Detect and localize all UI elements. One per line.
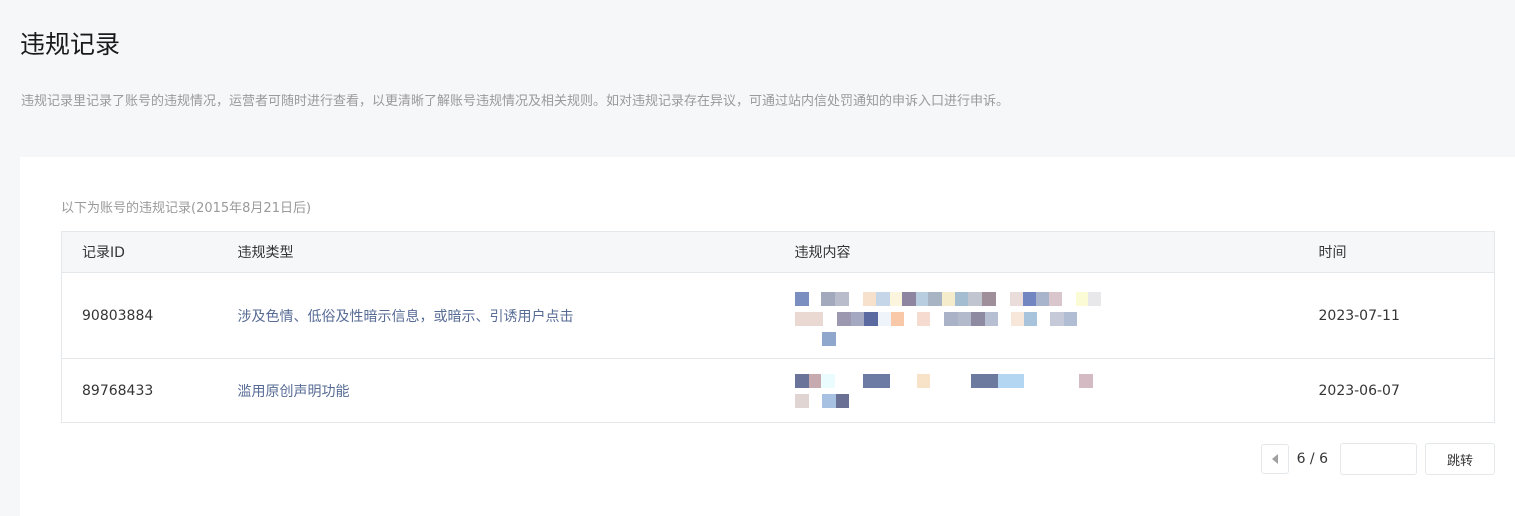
column-header-id: 记录ID <box>61 231 218 273</box>
table-header: 记录ID 违规类型 违规内容 时间 <box>61 231 1495 273</box>
column-header-content: 违规内容 <box>774 231 1299 273</box>
column-header-time: 时间 <box>1298 231 1495 273</box>
prev-page-button[interactable] <box>1260 444 1289 474</box>
records-intro: 以下为账号的违规记录(2015年8月21日后) <box>61 201 312 216</box>
table-row: 89768433 滥用原创声明功能 2023-06-07 <box>62 359 1495 423</box>
page-title: 违规记录 <box>20 30 121 59</box>
violation-type: 涉及色情、低俗及性暗示信息，或暗示、引诱用户点击 <box>237 308 574 325</box>
violation-content-mosaic <box>794 291 1299 346</box>
column-header-type: 违规类型 <box>217 231 775 273</box>
table-row: 90803884 涉及色情、低俗及性暗示信息，或暗示、引诱用户点击 2023-0… <box>61 272 1495 359</box>
page-description: 违规记录里记录了账号的违规情况，运营者可随时进行查看，以更清晰了解账号违规情况及… <box>21 94 1010 109</box>
record-time: 2023-07-11 <box>1298 272 1495 359</box>
records-card: 以下为账号的违规记录(2015年8月21日后) 记录ID 违规类型 违规内容 时… <box>20 157 1515 516</box>
pagination: 6 / 6 跳转 <box>1260 443 1495 475</box>
record-id: 90803884 <box>61 272 218 359</box>
page-number-input[interactable] <box>1340 443 1417 475</box>
page-indicator: 6 / 6 <box>1296 451 1328 467</box>
violation-type: 滥用原创声明功能 <box>237 383 350 400</box>
record-id: 89768433 <box>82 382 154 399</box>
records-table: 记录ID 违规类型 违规内容 时间 90803884 涉及色情、低俗及性暗示信息… <box>61 231 1495 423</box>
violation-content-mosaic <box>794 373 1299 408</box>
jump-button[interactable]: 跳转 <box>1425 443 1495 475</box>
caret-left-icon <box>1271 454 1278 464</box>
record-time: 2023-06-07 <box>1318 382 1400 399</box>
